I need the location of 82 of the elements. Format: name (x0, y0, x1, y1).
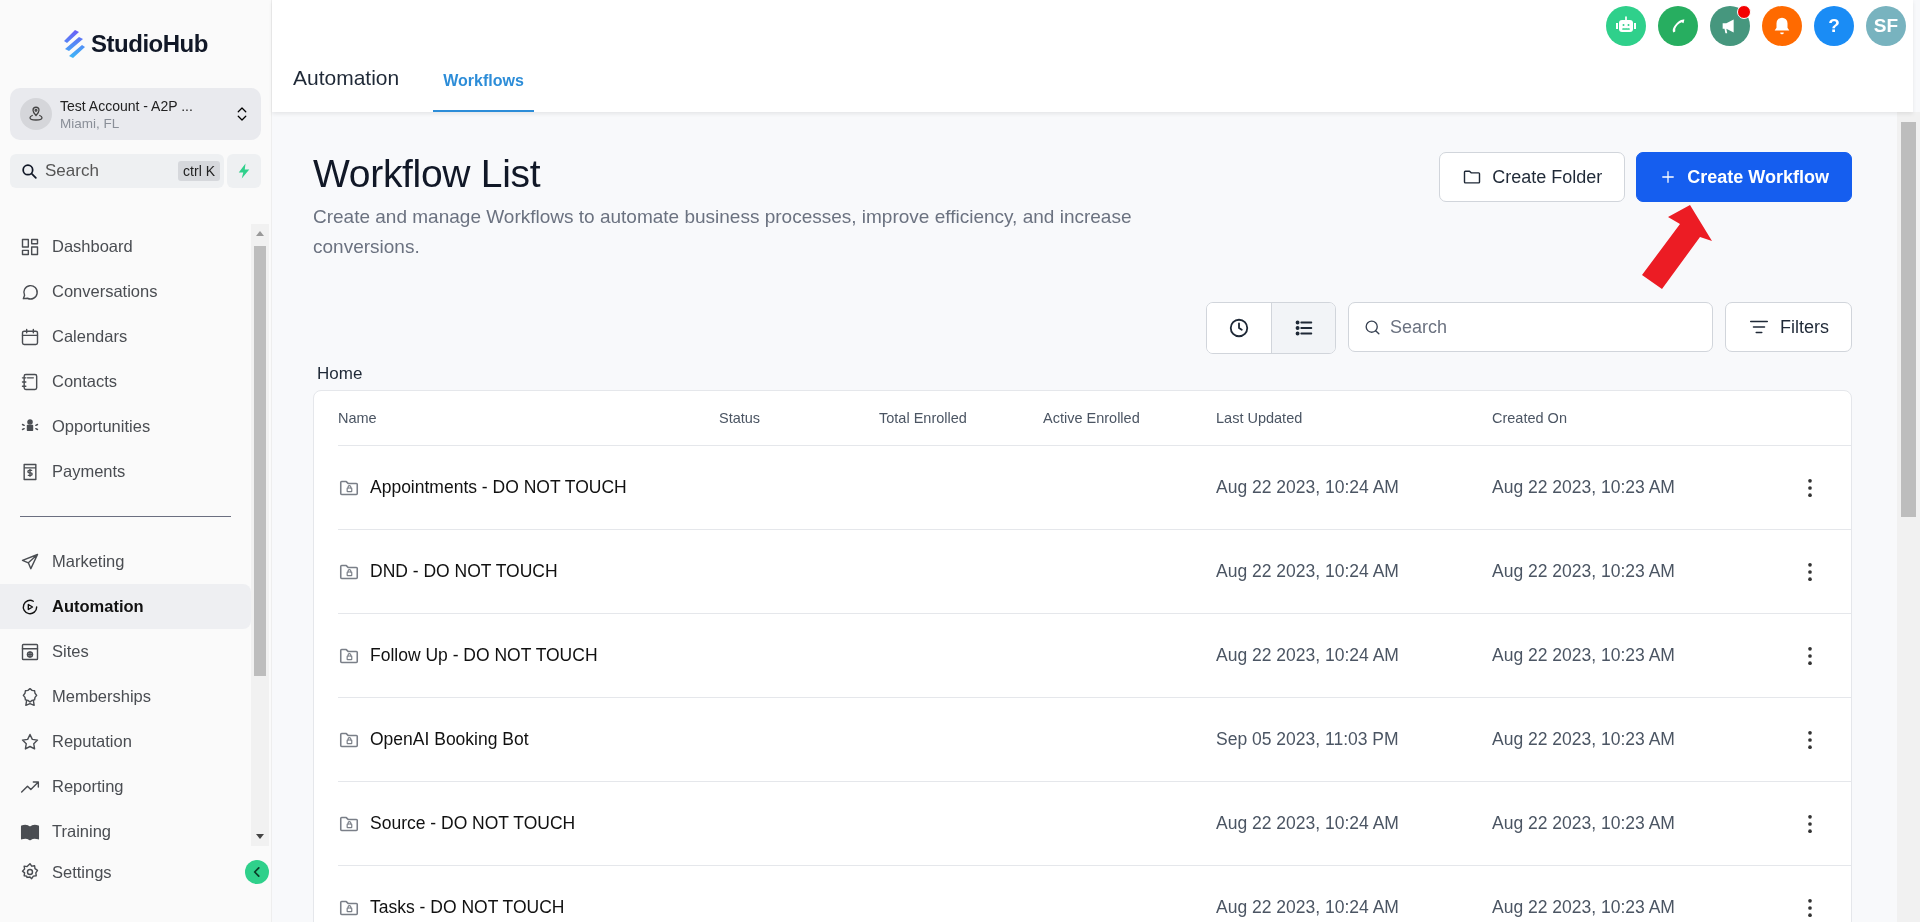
table-cell: Sep 05 2023, 11:03 PM (1216, 698, 1492, 782)
rosette-icon (20, 686, 40, 707)
search-field[interactable]: Search (1348, 302, 1713, 352)
sidebar-item[interactable]: Sites (0, 629, 251, 674)
star-icon (20, 731, 40, 752)
sidebar-item[interactable]: Training (0, 809, 251, 846)
settings-icon (20, 862, 40, 882)
folder-name[interactable]: OpenAI Booking Bot (370, 729, 529, 750)
column-header: Created On (1492, 391, 1768, 446)
browser-globe-icon (20, 641, 40, 662)
table-cell: Aug 22 2023, 10:23 AM (1492, 530, 1768, 614)
column-header: Total Enrolled (879, 391, 1043, 446)
bell-button[interactable] (1762, 6, 1802, 46)
sidebar-item[interactable]: Memberships (0, 674, 251, 719)
workflows-tab[interactable]: Workflows (433, 72, 534, 112)
table-cell: Aug 22 2023, 10:23 AM (1492, 782, 1768, 866)
list-view-button[interactable] (1271, 303, 1335, 353)
shortcut-hint: ctrl K (178, 161, 220, 181)
section-title: Automation (293, 66, 400, 91)
page-description: Create and manage Workflows to automate business processes, improve efficiency, and increase conversions. (313, 205, 1133, 259)
folder-name[interactable]: Follow Up - DO NOT TOUCH (370, 645, 598, 666)
folder-name[interactable]: DND - DO NOT TOUCH (370, 561, 558, 582)
grid-icon (20, 236, 40, 257)
table-cell: Aug 22 2023, 10:24 AM (1216, 530, 1492, 614)
kebab-icon (1807, 478, 1812, 497)
sidebar-item[interactable]: Conversations (0, 269, 251, 314)
sidebar-item[interactable]: Automation (0, 584, 251, 629)
receipt-icon (20, 461, 40, 482)
sidebar-item[interactable]: Contacts (0, 359, 251, 404)
sidebar-item[interactable]: Calendars (0, 314, 251, 359)
column-header: Name (338, 391, 719, 446)
sidebar-item[interactable]: Dashboard (0, 224, 251, 269)
clock-icon (1228, 317, 1250, 339)
logo-icon (63, 29, 86, 59)
folder-name[interactable]: Tasks - DO NOT TOUCH (370, 897, 565, 918)
settings-item[interactable]: Settings (20, 862, 112, 882)
kebab-icon (1807, 730, 1812, 749)
calendar-icon (20, 326, 40, 347)
scrollbar[interactable] (251, 224, 269, 846)
scrollbar[interactable] (1897, 112, 1920, 922)
search-field[interactable]: Search ctrl K (10, 154, 224, 188)
sidebar-item[interactable]: Opportunities (0, 404, 251, 449)
paper-plane-icon (20, 551, 40, 572)
kebab-icon (1807, 646, 1812, 665)
breadcrumb: Home (317, 364, 364, 384)
table-cell: Aug 22 2023, 10:23 AM (1492, 446, 1768, 530)
folder-icon (1462, 167, 1483, 187)
column-header: Active Enrolled (1043, 391, 1216, 446)
table-cell: Aug 22 2023, 10:24 AM (1216, 782, 1492, 866)
kebab-icon (1807, 898, 1812, 917)
table-cell: Aug 22 2023, 10:23 AM (1492, 614, 1768, 698)
notebook-icon (20, 371, 40, 392)
location-pin-icon (27, 105, 45, 123)
sidebar-item[interactable]: Marketing (0, 539, 251, 584)
search-input[interactable]: Search (1388, 315, 1698, 339)
account-location: Miami, FL (60, 115, 121, 131)
collapse-sidebar-button[interactable] (245, 860, 269, 884)
page-title: Workflow List (313, 152, 542, 196)
create-workflow-button[interactable]: Create Workflow (1636, 152, 1852, 202)
table-cell: Aug 22 2023, 10:23 AM (1492, 698, 1768, 782)
phone-button[interactable] (1658, 6, 1698, 46)
table-cell: Aug 22 2023, 10:23 AM (1492, 866, 1768, 922)
kebab-icon (1807, 814, 1812, 833)
account-name: Test Account - A2P ... (60, 97, 194, 114)
account-switcher[interactable]: Test Account - A2P ... Miami, FL (10, 88, 261, 140)
sidebar-item[interactable]: Reputation (0, 719, 251, 764)
column-header: Last Updated (1216, 391, 1492, 446)
table-cell: Aug 22 2023, 10:24 AM (1216, 614, 1492, 698)
search-input[interactable]: Search (45, 161, 173, 181)
column-header: Status (719, 391, 879, 446)
sidebar-item[interactable]: Reporting (0, 764, 251, 809)
folder-name[interactable]: Source - DO NOT TOUCH (370, 813, 576, 834)
folder-name[interactable]: Appointments - DO NOT TOUCH (370, 477, 627, 498)
search-icon (20, 161, 39, 181)
logo-text: StudioHub (91, 30, 208, 58)
create-folder-button[interactable]: Create Folder (1439, 152, 1626, 202)
filters-button[interactable]: Filters (1725, 302, 1852, 352)
megaphone-button[interactable] (1710, 6, 1750, 46)
sidebar-item[interactable]: Payments (0, 449, 251, 494)
table-cell: Aug 22 2023, 10:24 AM (1216, 446, 1492, 530)
kebab-icon (1807, 562, 1812, 581)
table-cell: Aug 22 2023, 10:24 AM (1216, 866, 1492, 922)
